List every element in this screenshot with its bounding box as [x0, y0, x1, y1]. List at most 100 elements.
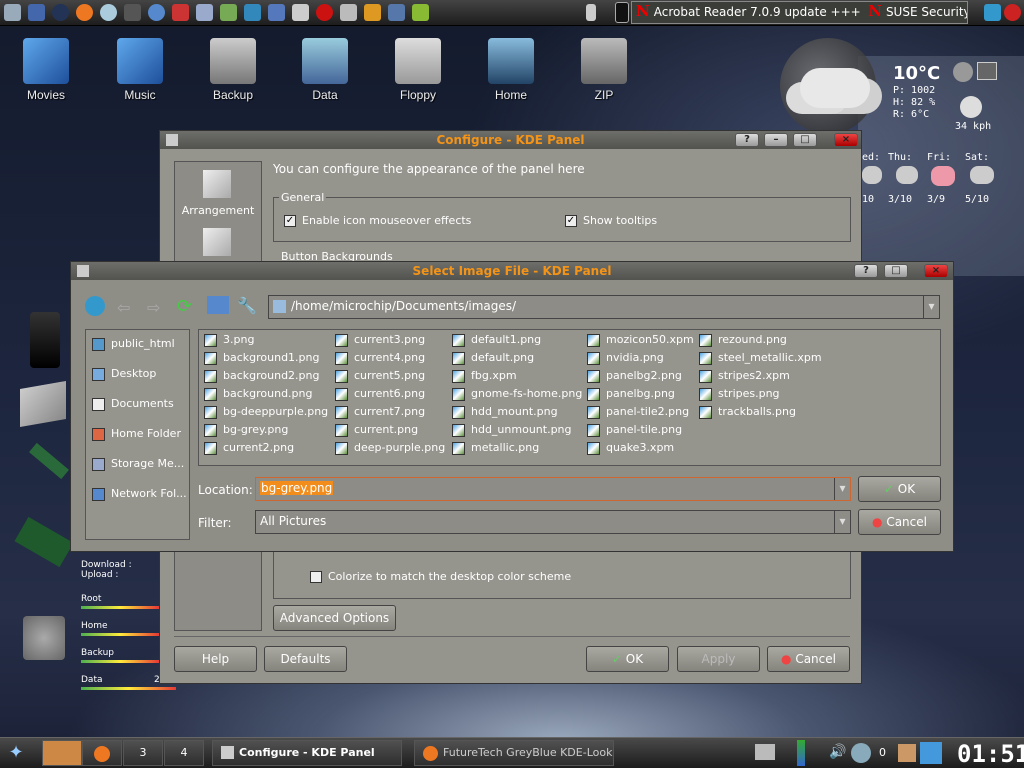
file-item[interactable]: panel-tile2.png	[587, 405, 689, 419]
help-title-button[interactable]: ?	[735, 133, 759, 147]
file-item[interactable]: default.png	[452, 351, 534, 365]
tooltips-checkbox[interactable]: ✓ Show tooltips	[565, 214, 657, 227]
checkbox-checked-icon[interactable]: ✓	[565, 215, 577, 227]
image-icon[interactable]	[268, 4, 285, 21]
desktop-icon-home[interactable]: Home	[476, 38, 546, 102]
file-item[interactable]: stripes.png	[699, 387, 780, 401]
file-item[interactable]: panelbg.png	[587, 387, 675, 401]
place-home-folder[interactable]: Home Folder	[92, 427, 181, 441]
new-folder-icon[interactable]	[207, 296, 229, 314]
help-button[interactable]: Help	[174, 646, 257, 672]
trash-icon[interactable]	[586, 4, 596, 21]
back-icon[interactable]	[4, 4, 21, 21]
sidebar-item-arrangement[interactable]: Arrangement	[175, 204, 261, 217]
desktop-icon-backup[interactable]: Backup	[198, 38, 268, 102]
chevron-down-icon[interactable]: ▾	[834, 511, 850, 533]
file-item[interactable]: current2.png	[204, 441, 294, 455]
apply-button[interactable]: Apply	[677, 646, 760, 672]
file-item[interactable]: current4.png	[335, 351, 425, 365]
file-item[interactable]: current5.png	[335, 369, 425, 383]
close-button[interactable]: ×	[834, 133, 858, 147]
checkbox-unchecked-icon[interactable]	[310, 571, 322, 583]
maximize-button[interactable]: □	[884, 264, 908, 278]
arrangement-icon[interactable]	[203, 170, 231, 198]
pci-card-icon[interactable]	[14, 516, 74, 568]
desktop-icon-zip[interactable]: ZIP	[569, 38, 639, 102]
up-arrow-icon[interactable]	[85, 296, 105, 316]
flame-icon[interactable]	[364, 4, 381, 21]
file-item[interactable]: mozicon50.xpm	[587, 333, 694, 347]
close-button[interactable]: ×	[924, 264, 948, 278]
file-item[interactable]: 3.png	[204, 333, 254, 347]
cancel-button[interactable]: ● Cancel	[767, 646, 850, 672]
desktop-3[interactable]: 3	[123, 740, 163, 766]
terminal-icon[interactable]	[388, 4, 405, 21]
ok-button[interactable]: ✓ OK	[586, 646, 669, 672]
place-storage-media[interactable]: Storage Me...	[92, 457, 184, 471]
file-item[interactable]: stripes2.xpm	[699, 369, 790, 383]
lizard-icon[interactable]	[412, 4, 429, 21]
file-list[interactable]: 3.png background1.png background2.png backg…	[198, 329, 941, 466]
file-item[interactable]: fbg.xpm	[452, 369, 517, 383]
select-titlebar[interactable]: Select Image File - KDE Panel ? □ ×	[71, 262, 953, 280]
desktop-icon-movies[interactable]: Movies	[11, 38, 81, 102]
chat-icon[interactable]	[148, 4, 165, 21]
kde-icon[interactable]	[244, 4, 261, 21]
firefox-icon[interactable]	[76, 4, 93, 21]
location-input[interactable]: bg-grey.png ▾	[255, 477, 851, 501]
path-combobox[interactable]: /home/microchip/Documents/images/ ▾	[268, 295, 940, 319]
file-item[interactable]: current.png	[335, 423, 418, 437]
file-item[interactable]: current7.png	[335, 405, 425, 419]
file-item[interactable]: deep-purple.png	[335, 441, 445, 455]
desktop-1[interactable]	[42, 740, 82, 766]
help-title-button[interactable]: ?	[854, 264, 878, 278]
chevron-down-icon[interactable]: ▾	[834, 478, 850, 500]
file-item[interactable]: current6.png	[335, 387, 425, 401]
speaker-icon[interactable]: 🔊	[829, 744, 847, 762]
select-ok-button[interactable]: ✓ OK	[858, 476, 941, 502]
arrow-icon[interactable]	[28, 4, 45, 21]
file-item[interactable]: quake3.xpm	[587, 441, 674, 455]
forward-arrow-icon[interactable]: ⇨	[147, 298, 160, 317]
file-item[interactable]: gnome-fs-home.png	[452, 387, 582, 401]
people-icon[interactable]	[340, 4, 357, 21]
file-item[interactable]: trackballs.png	[699, 405, 796, 419]
monitor-icon[interactable]	[755, 744, 775, 760]
file-item[interactable]: current3.png	[335, 333, 425, 347]
filter-select[interactable]: All Pictures ▾	[255, 510, 851, 534]
network-icon[interactable]	[100, 4, 117, 21]
file-item[interactable]: panelbg2.png	[587, 369, 682, 383]
desktop-4[interactable]: 4	[164, 740, 204, 766]
lock-icon[interactable]	[984, 4, 1001, 21]
power-icon[interactable]	[1004, 4, 1021, 21]
chevron-down-icon[interactable]: ▾	[923, 296, 939, 318]
file-item[interactable]: default1.png	[452, 333, 541, 347]
mail-icon[interactable]	[196, 4, 213, 21]
news-ticker[interactable]: N Acrobat Reader 7.0.9 update +++ N SUSE S…	[631, 1, 968, 24]
configure-titlebar[interactable]: Configure - KDE Panel ? – □ ×	[160, 131, 861, 149]
checkbox-checked-icon[interactable]: ✓	[284, 215, 296, 227]
file-item[interactable]: rezound.png	[699, 333, 787, 347]
wrench-icon[interactable]: 🔧	[237, 296, 259, 316]
file-item[interactable]: background1.png	[204, 351, 320, 365]
kde-icon[interactable]	[920, 742, 942, 764]
place-network-folders[interactable]: Network Fol...	[92, 487, 187, 501]
file-item[interactable]: metallic.png	[452, 441, 539, 455]
calendar-icon[interactable]	[172, 4, 189, 21]
maximize-button[interactable]: □	[793, 133, 817, 147]
tool-icon[interactable]	[124, 4, 141, 21]
monitor-icon[interactable]	[292, 4, 309, 21]
file-item[interactable]: background.png	[204, 387, 313, 401]
task-firefox[interactable]: FutureTech GreyBlue KDE-Look.or	[414, 740, 614, 766]
place-documents[interactable]: Documents	[92, 397, 174, 411]
file-item[interactable]: hdd_mount.png	[452, 405, 558, 419]
desktop-2[interactable]	[82, 740, 122, 766]
ticker-item-2[interactable]: SUSE Security Su	[886, 5, 967, 19]
reload-icon[interactable]: ⟳	[177, 296, 192, 317]
computer-tower-icon[interactable]	[30, 312, 60, 368]
ticker-item-1[interactable]: Acrobat Reader 7.0.9 update +++	[654, 5, 861, 19]
scroll-handle-icon[interactable]	[615, 2, 629, 23]
advanced-options-button[interactable]: Advanced Options	[273, 605, 396, 631]
defaults-button[interactable]: Defaults	[264, 646, 347, 672]
browser-b-icon[interactable]	[52, 4, 69, 21]
